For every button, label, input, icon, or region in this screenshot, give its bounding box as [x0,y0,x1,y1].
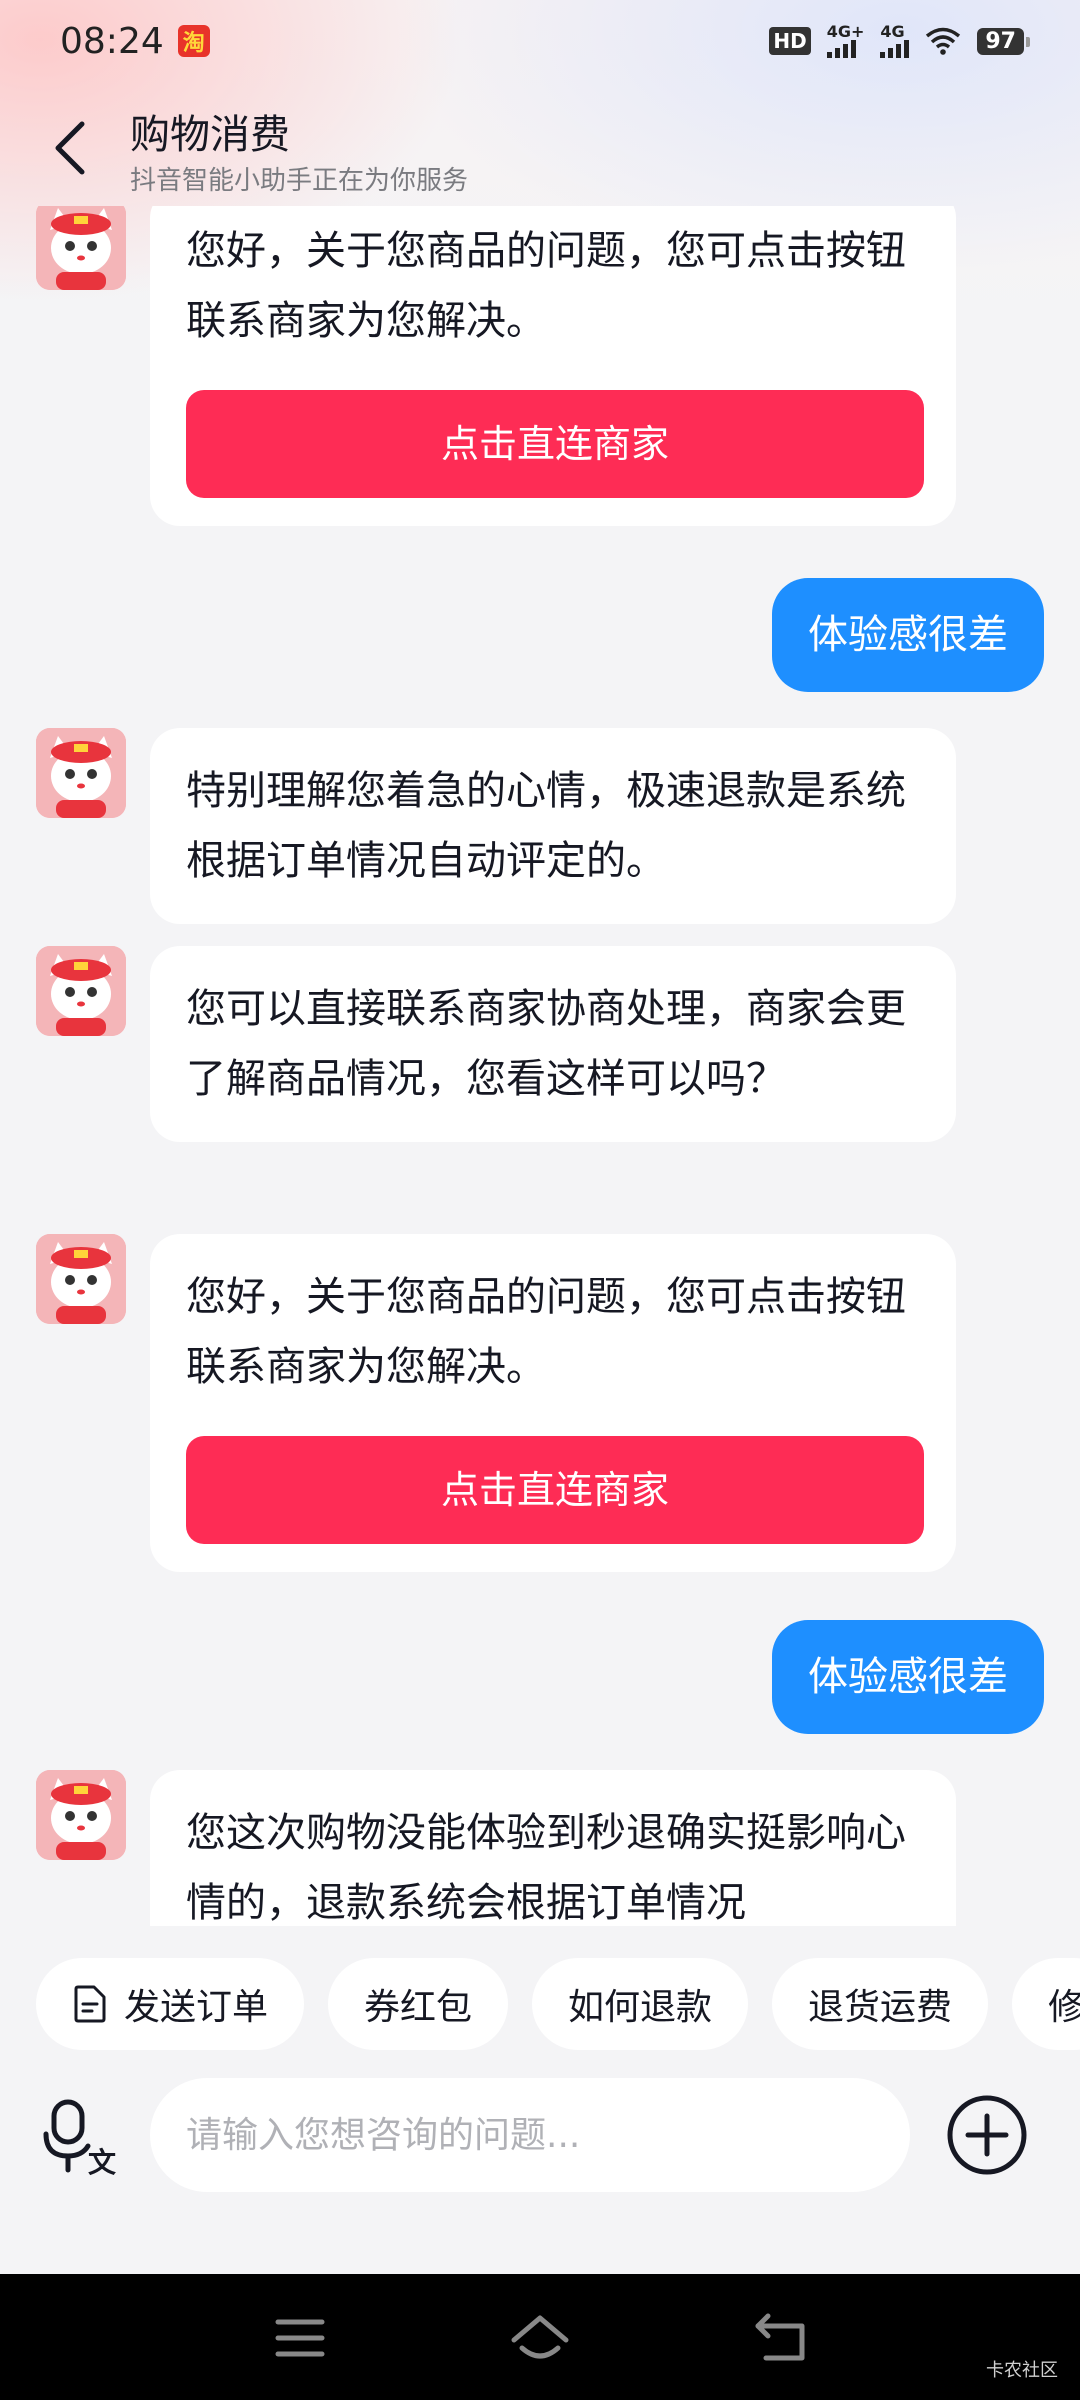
message-text: 您好，关于您商品的问题，您可点击按钮联系商家为您解决。 [186,1274,906,1390]
message-text: 您可以直接联系商家协商处理，商家会更了解商品情况，您看这样可以吗？ [186,986,906,1102]
signal-4g-plus-icon: 4G+ [826,22,865,58]
microphone-translate-icon[interactable]: 文 [42,2098,122,2178]
assistant-mascot-icon [36,946,126,1036]
battery-indicator: 97 [977,27,1030,55]
bot-message-bubble: 特别理解您着急的心情，极速退款是系统根据订单情况自动评定的。 [150,728,956,924]
taobao-notification-icon: 淘 [177,25,210,57]
back-button[interactable] [40,108,100,188]
message-input[interactable] [150,2078,910,2192]
assistant-mascot-icon [36,206,126,290]
assistant-avatar[interactable] [36,946,126,1036]
assistant-avatar[interactable] [36,1234,126,1324]
assistant-mascot-icon [36,728,126,818]
wifi-icon [926,27,961,55]
chip-label: 退货运费 [808,1987,953,2028]
signal-4g-icon: 4G [880,22,910,58]
home-icon[interactable] [510,2308,570,2368]
menu-icon[interactable] [270,2308,330,2368]
document-icon [74,1985,106,2023]
contact-merchant-button[interactable]: 点击直连商家 [186,1436,924,1544]
bot-message-bubble: 您可以直接联系商家协商处理，商家会更了解商品情况，您看这样可以吗？ [150,946,956,1142]
chat-header: 购物消费 抖音智能小助手正在为你服务 [0,90,1080,206]
chip-label: 如何退款 [568,1987,713,2028]
back-nav-icon[interactable] [752,2308,812,2368]
quick-reply-coupons[interactable]: 券红包 [328,1958,509,2050]
quick-reply-bar[interactable]: 发送订单 券红包 如何退款 退货运费 修 [0,1958,1080,2062]
signal-4g-plus-label: 4G+ [826,22,865,41]
status-bar: 08:24 淘 HD 4G+ 4G 97 [0,0,1080,82]
chip-label: 券红包 [364,1987,473,2028]
svg-text:文: 文 [88,2146,116,2178]
signal-bars [826,40,856,58]
chat-message-list[interactable]: 您好，关于您商品的问题，您可点击按钮联系商家为您解决。 点击直连商家 体验感很差… [0,206,1080,1926]
chip-label: 修 [1048,1987,1080,2028]
clock: 08:24 [60,20,164,62]
plus-circle-icon[interactable] [946,2094,1028,2176]
chip-label: 发送订单 [124,1987,269,2028]
assistant-avatar[interactable] [36,1770,126,1860]
message-text: 特别理解您着急的心情，极速退款是系统根据订单情况自动评定的。 [186,768,906,884]
assistant-avatar[interactable] [36,206,126,290]
message-text: 您好，关于您商品的问题，您可点击按钮联系商家为您解决。 [186,228,906,344]
assistant-avatar[interactable] [36,728,126,818]
page-subtitle: 抖音智能小助手正在为你服务 [130,166,469,196]
assistant-mascot-icon [36,1234,126,1324]
bot-message-bubble: 您这次购物没能体验到秒退确实挺影响心情的，退款系统会根据订单情况 [150,1770,956,1926]
page-title: 购物消费 [130,112,290,158]
watermark-text: 卡农社区 [986,2360,1058,2381]
hd-voice-icon: HD [769,27,811,55]
contact-merchant-button[interactable]: 点击直连商家 [186,390,924,498]
quick-reply-how-to-refund[interactable]: 如何退款 [532,1958,749,2050]
bot-message-bubble: 您好，关于您商品的问题，您可点击按钮联系商家为您解决。 点击直连商家 [150,206,956,526]
quick-reply-more[interactable]: 修 [1012,1958,1080,2050]
user-message-bubble: 体验感很差 [772,1620,1044,1734]
signal-4g-label: 4G [880,22,905,41]
signal-bars [880,40,910,58]
chevron-left-icon [55,121,85,175]
status-right: HD 4G+ 4G 97 [769,22,1030,58]
system-navigation-bar: 卡农社区 [0,2274,1080,2400]
assistant-mascot-icon [36,1770,126,1860]
message-text: 您这次购物没能体验到秒退确实挺影响心情的，退款系统会根据订单情况 [186,1810,906,1926]
quick-reply-send-order[interactable]: 发送订单 [36,1958,305,2050]
quick-reply-return-shipping[interactable]: 退货运费 [772,1958,989,2050]
bot-message-bubble: 您好，关于您商品的问题，您可点击按钮联系商家为您解决。 点击直连商家 [150,1234,956,1572]
user-message-bubble: 体验感很差 [772,578,1044,692]
status-left: 08:24 淘 [60,21,210,62]
message-input-row: 文 [0,2070,1080,2200]
